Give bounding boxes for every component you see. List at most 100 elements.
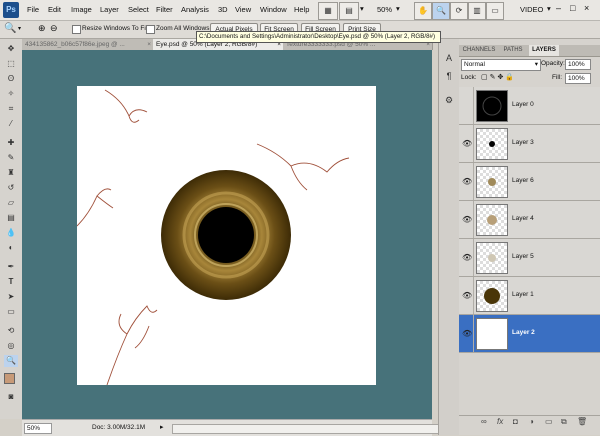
3d-orbit-icon[interactable]: ◎ xyxy=(4,340,18,352)
zoom-tool-icon[interactable]: 🔍 xyxy=(4,355,18,367)
mask-icon[interactable]: ◘ xyxy=(513,417,518,426)
tab-layers[interactable]: LAYERS xyxy=(529,45,559,56)
visibility-toggle[interactable]: 👁 xyxy=(459,239,474,276)
lasso-tool-icon[interactable]: ʘ xyxy=(4,73,18,85)
zoom-tool-icon[interactable]: 🔍 xyxy=(432,2,450,20)
layer-row-layer-5[interactable]: 👁 Layer 5 xyxy=(459,239,600,277)
dropdown-arrow-icon[interactable]: ▾ xyxy=(396,4,400,13)
resize-windows-checkbox[interactable] xyxy=(72,25,81,34)
menu-help[interactable]: Help xyxy=(294,5,309,14)
visibility-toggle[interactable]: 👁 xyxy=(459,163,474,200)
menu-edit[interactable]: Edit xyxy=(48,5,61,14)
layer-name: Layer 2 xyxy=(512,329,535,336)
layer-row-layer-6[interactable]: 👁 Layer 6 xyxy=(459,163,600,201)
3d-rotate-icon[interactable]: ⟲ xyxy=(4,325,18,337)
dropdown-arrow-icon[interactable]: ▾ xyxy=(360,4,364,13)
zoom-tool-preset-icon[interactable]: 🔍 xyxy=(4,23,16,34)
workspace-switcher[interactable]: VIDEO xyxy=(520,5,543,14)
menu-3d[interactable]: 3D xyxy=(218,5,228,14)
history-brush-icon[interactable]: ↺ xyxy=(4,182,18,194)
menu-select[interactable]: Select xyxy=(128,5,149,14)
visibility-toggle[interactable] xyxy=(459,87,474,124)
mini-bridge-icon[interactable]: ▤ xyxy=(339,2,359,20)
adjustment-icon[interactable]: ◑ xyxy=(529,417,534,426)
visibility-toggle[interactable]: 👁 xyxy=(459,277,474,314)
eraser-tool-icon[interactable]: ▱ xyxy=(4,197,18,209)
foreground-color-swatch[interactable] xyxy=(4,373,15,384)
fx-icon[interactable]: fx xyxy=(497,417,503,426)
menu-view[interactable]: View xyxy=(235,5,251,14)
visibility-toggle[interactable]: 👁 xyxy=(459,201,474,238)
eye-icon[interactable]: 👁 xyxy=(462,253,472,262)
eye-icon[interactable]: 👁 xyxy=(462,177,472,186)
tab-channels[interactable]: CHANNELS xyxy=(461,45,497,56)
dropdown-arrow-icon[interactable]: ▾ xyxy=(547,4,551,13)
eye-icon[interactable]: 👁 xyxy=(462,329,472,338)
new-layer-icon[interactable]: ⧉ xyxy=(561,417,567,427)
horizontal-scrollbar[interactable] xyxy=(172,424,444,434)
type-tool-icon[interactable]: T xyxy=(4,276,18,288)
arrange-documents-icon[interactable]: ▥ xyxy=(468,2,486,20)
link-icon[interactable]: ∞ xyxy=(481,417,487,426)
trash-icon[interactable]: 🗑 xyxy=(577,417,587,426)
visibility-toggle[interactable]: 👁 xyxy=(459,125,474,162)
screen-mode-icon[interactable]: ▭ xyxy=(486,2,504,20)
eye-icon[interactable]: 👁 xyxy=(462,139,472,148)
menu-window[interactable]: Window xyxy=(260,5,287,14)
menu-layer[interactable]: Layer xyxy=(100,5,119,14)
crop-tool-icon[interactable]: ⌗ xyxy=(4,103,18,115)
dodge-tool-icon[interactable]: ◐ xyxy=(4,242,18,254)
menu-image[interactable]: Image xyxy=(71,5,92,14)
status-arrow-icon[interactable]: ▸ xyxy=(160,423,164,431)
eyedropper-tool-icon[interactable]: ⁄ xyxy=(4,118,18,130)
document-canvas[interactable] xyxy=(76,86,376,386)
history-panel-icon[interactable]: A xyxy=(442,51,456,65)
fill-input[interactable]: 100% xyxy=(565,73,591,84)
healing-brush-icon[interactable]: ✚ xyxy=(4,137,18,149)
zoom-level-value[interactable]: 50% xyxy=(377,5,392,14)
zoom-all-windows-checkbox[interactable] xyxy=(146,25,155,34)
tab-paths[interactable]: PATHS xyxy=(499,45,527,56)
dropdown-arrow-icon[interactable]: ▾ xyxy=(18,25,21,32)
brush-tool-icon[interactable]: ✎ xyxy=(4,152,18,164)
zoom-field[interactable]: 50% xyxy=(24,423,52,434)
opacity-input[interactable]: 100% xyxy=(565,59,591,70)
menu-file[interactable]: File xyxy=(27,5,39,14)
folder-icon[interactable]: ▭ xyxy=(545,417,553,426)
doc-size-info: Doc: 3.00M/32.1M xyxy=(92,424,146,431)
blur-tool-icon[interactable]: 💧 xyxy=(4,227,18,239)
quick-mask-icon[interactable]: ◙ xyxy=(4,391,18,403)
character-panel-icon[interactable]: ¶ xyxy=(442,69,456,83)
lock-options-icon[interactable]: ▢✎✥🔒 xyxy=(481,73,516,81)
menu-analysis[interactable]: Analysis xyxy=(181,5,209,14)
layer-row-layer-2[interactable]: 👁 Layer 2 xyxy=(459,315,600,353)
tab-document-1[interactable]: 434135862_b06c57f86e.jpeg @ ... × xyxy=(22,39,154,50)
gradient-tool-icon[interactable]: ▤ xyxy=(4,212,18,224)
layer-row-layer-4[interactable]: 👁 Layer 4 xyxy=(459,201,600,239)
move-tool-icon[interactable]: ✥ xyxy=(4,43,18,55)
path-selection-icon[interactable]: ➤ xyxy=(4,291,18,303)
restore-icon[interactable]: □ xyxy=(570,3,575,13)
close-icon[interactable]: × xyxy=(584,3,589,13)
blend-mode-select[interactable]: Normal ▾ xyxy=(461,59,541,71)
hand-tool-icon[interactable]: ✋ xyxy=(414,2,432,20)
pen-tool-icon[interactable]: ✒ xyxy=(4,261,18,273)
layer-row-layer-0[interactable]: Layer 0 xyxy=(459,87,600,125)
eye-icon[interactable]: 👁 xyxy=(462,215,472,224)
zoom-out-icon[interactable]: ⊖ xyxy=(50,23,58,34)
layer-row-layer-1[interactable]: 👁 Layer 1 xyxy=(459,277,600,315)
layer-row-layer-3[interactable]: 👁 Layer 3 xyxy=(459,125,600,163)
minimize-icon[interactable]: – xyxy=(556,3,561,13)
shape-tool-icon[interactable]: ▭ xyxy=(4,306,18,318)
visibility-toggle[interactable]: 👁 xyxy=(459,315,474,352)
tool-presets-icon[interactable]: ⚙ xyxy=(442,93,456,107)
marquee-tool-icon[interactable]: ⬚ xyxy=(4,58,18,70)
rotate-view-icon[interactable]: ⟳ xyxy=(450,2,468,20)
menu-filter[interactable]: Filter xyxy=(156,5,173,14)
eye-icon[interactable]: 👁 xyxy=(462,291,472,300)
clone-stamp-icon[interactable]: ♜ xyxy=(4,167,18,179)
bridge-icon[interactable]: ▦ xyxy=(318,2,338,20)
zoom-in-icon[interactable]: ⊕ xyxy=(38,23,46,34)
magic-wand-icon[interactable]: ✧ xyxy=(4,88,18,100)
close-tab-icon[interactable]: × xyxy=(147,39,151,50)
